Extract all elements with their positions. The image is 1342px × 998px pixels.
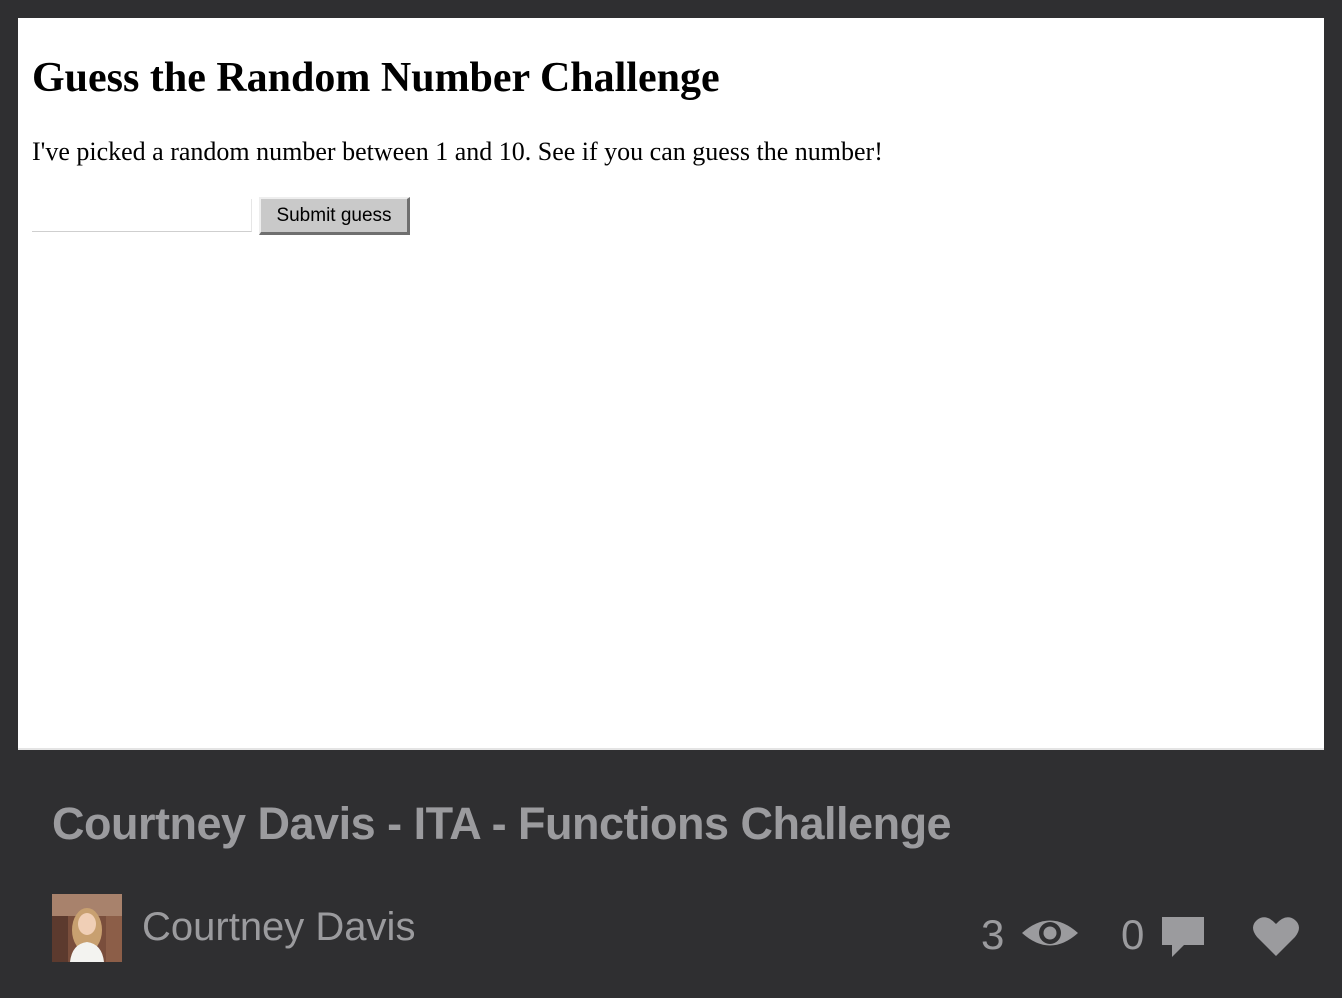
user-avatar-photo-icon [52,894,122,962]
heart-icon[interactable] [1252,915,1300,957]
preview-heading: Guess the Random Number Challenge [32,55,720,101]
guess-input[interactable] [32,199,252,232]
view-count: 3 [981,911,1005,958]
eye-icon [1022,920,1078,946]
comment-count: 0 [1121,911,1145,958]
project-title[interactable]: Courtney Davis - ITA - Functions Challen… [52,796,952,852]
project-preview-frame: Guess the Random Number Challenge I've p… [18,18,1324,750]
preview-description: I've picked a random number between 1 an… [32,137,883,166]
submit-guess-button[interactable]: Submit guess [259,197,410,235]
author-avatar[interactable] [52,894,122,962]
speech-bubble-icon[interactable] [1160,915,1206,959]
author-name[interactable]: Courtney Davis [142,902,415,952]
